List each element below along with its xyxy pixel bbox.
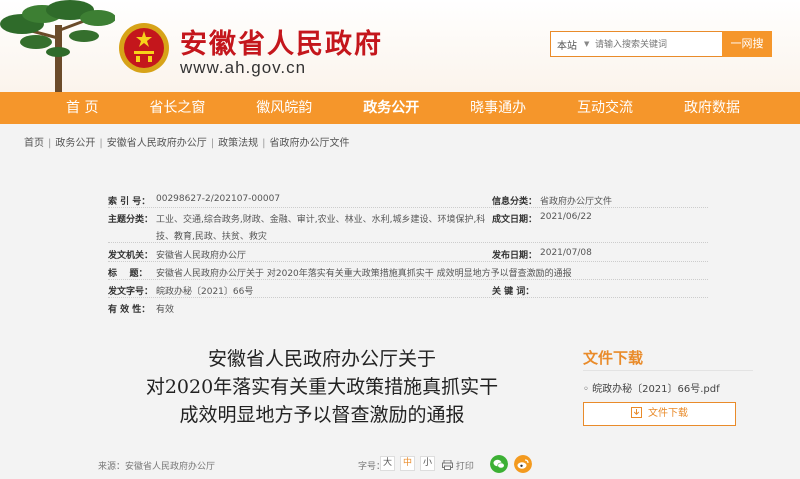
created-date-label: 成文日期： [492, 215, 538, 225]
article-title: 安徽省人民政府办公厅关于 对2020年落实有关重大政策措施真抓实干 成效明显地方… [90, 345, 554, 429]
site-url: www.ah.gov.cn [180, 58, 307, 77]
pine-tree-illustration [0, 0, 115, 92]
nav-item-interaction[interactable]: 互动交流 [569, 92, 641, 124]
doc-no-value: 皖政办秘〔2021〕66号 [156, 287, 254, 297]
breadcrumb-policy[interactable]: 政策法规 [218, 138, 258, 149]
download-file-name: 皖政办秘〔2021〕66号.pdf [592, 384, 720, 395]
main-nav: 首 页 省长之窗 徽风皖韵 政务公开 晓事通办 互动交流 政府数据 [0, 92, 800, 124]
font-size-medium-button[interactable]: 中 [400, 456, 415, 471]
site-header: 安徽省人民政府 www.ah.gov.cn 本站 ▼ 一网搜 [0, 0, 800, 92]
category-label: 信息分类： [492, 197, 538, 207]
download-file-link[interactable]: ◦ 皖政办秘〔2021〕66号.pdf [583, 380, 720, 395]
published-date-value: 2021/07/08 [540, 248, 592, 258]
printer-icon [442, 459, 453, 470]
breadcrumb-office-docs[interactable]: 省政府办公厅文件 [270, 138, 350, 149]
validity-value: 有效 [156, 305, 175, 315]
subject-value-line1: 工业、交通,综合政务,财政、金融、审计,农业、林业、水利,城乡建设、环境保护,科 [156, 215, 486, 225]
issuer-value: 安徽省人民政府办公厅 [156, 251, 247, 261]
font-size-small-button[interactable]: 小 [420, 456, 435, 471]
search-box: 本站 ▼ 一网搜 [550, 31, 772, 57]
weibo-icon[interactable] [514, 455, 532, 473]
subject-label: 主题分类： [108, 215, 154, 225]
article-title-line: 成效明显地方予以督查激励的通报 [179, 404, 465, 426]
nav-item-services[interactable]: 晓事通办 [462, 92, 534, 124]
article-meta-bar: 来源：安徽省人民政府办公厅 字号： 大 中 小 打印 [90, 455, 556, 477]
title-value: 安徽省人民政府办公厅关于 对2020年落实有关重大政策措施真抓实干 成效明显地方… [156, 269, 572, 279]
search-button[interactable]: 一网搜 [722, 31, 772, 57]
created-date-value: 2021/06/22 [540, 212, 592, 222]
font-size-large-button[interactable]: 大 [380, 456, 395, 471]
breadcrumb-office[interactable]: 安徽省人民政府办公厅 [107, 138, 207, 149]
print-button[interactable]: 打印 [442, 459, 474, 472]
breadcrumb-separator: | [99, 138, 103, 149]
download-file-button[interactable]: 文件下载 [583, 402, 736, 426]
national-emblem-icon [119, 23, 169, 73]
row-divider [108, 242, 708, 243]
download-button-label: 文件下载 [648, 408, 688, 419]
nav-item-gov-affairs[interactable]: 政务公开 [355, 92, 427, 124]
search-scope-select[interactable]: 本站 [557, 37, 577, 52]
wechat-icon[interactable] [490, 455, 508, 473]
published-date-label: 发布日期： [492, 251, 538, 261]
index-no-label: 索 引 号： [108, 197, 151, 207]
bullet-icon: ◦ [583, 384, 593, 395]
row-divider [108, 279, 708, 280]
article-source: 来源：安徽省人民政府办公厅 [98, 462, 216, 472]
breadcrumb-separator: | [262, 138, 266, 149]
row-divider [108, 297, 708, 298]
breadcrumb: 首页 | 政务公开 | 安徽省人民政府办公厅 | 政策法规 | 省政府办公厅文件 [24, 134, 350, 149]
article-title-line: 对2020年落实有关重大政策措施真抓实干 [145, 376, 499, 398]
print-label: 打印 [455, 462, 474, 472]
search-input[interactable] [595, 36, 723, 53]
download-section-title: 文件下载 [583, 349, 644, 367]
download-icon [631, 407, 642, 418]
row-divider [108, 261, 708, 262]
index-no-value: 00298627-2/202107-00007 [156, 194, 281, 204]
doc-no-label: 发文字号： [108, 287, 154, 297]
title-label: 标 题： [108, 269, 148, 279]
keywords-label: 关 键 词： [492, 287, 535, 297]
nav-item-home[interactable]: 首 页 [58, 92, 106, 124]
issuer-label: 发文机关： [108, 251, 154, 261]
nav-item-governor[interactable]: 省长之窗 [141, 92, 213, 124]
search-caret-icon[interactable]: ▼ [584, 40, 589, 48]
row-divider [108, 207, 708, 208]
download-section-divider [583, 370, 753, 371]
nav-item-gov-data[interactable]: 政府数据 [676, 92, 748, 124]
document-info-table: 索 引 号： 00298627-2/202107-00007 信息分类： 省政府… [90, 184, 710, 316]
nav-item-culture[interactable]: 徽风皖韵 [248, 92, 320, 124]
breadcrumb-separator: | [210, 138, 215, 149]
site-title: 安徽省人民政府 [180, 29, 383, 60]
article-title-line: 安徽省人民政府办公厅关于 [207, 348, 436, 370]
category-value: 省政府办公厅文件 [540, 197, 613, 207]
breadcrumb-separator: | [48, 138, 52, 149]
breadcrumb-gov-affairs[interactable]: 政务公开 [55, 138, 95, 149]
subject-value-line2: 技、教育,民政、扶贫、救灾 [156, 232, 267, 242]
breadcrumb-home[interactable]: 首页 [24, 138, 44, 149]
validity-label: 有 效 性： [108, 305, 151, 315]
